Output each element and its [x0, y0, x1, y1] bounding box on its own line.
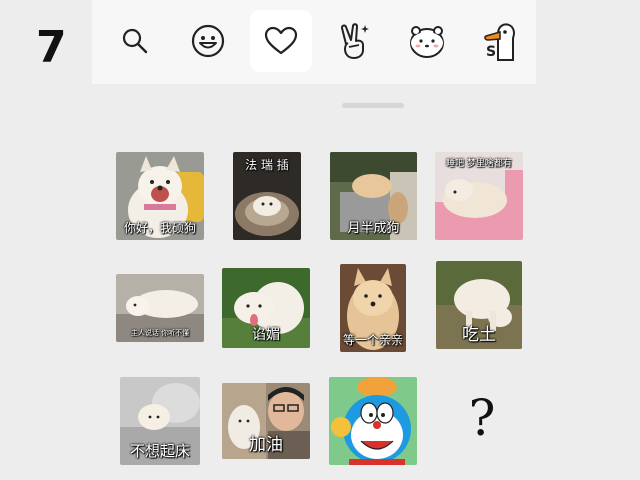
victory-hand-icon: [340, 23, 369, 59]
sticker-caption: 吃土: [462, 325, 496, 345]
sticker-item[interactable]: 法 瑞 插: [233, 152, 301, 240]
sticker-item[interactable]: [329, 377, 417, 465]
sticker-caption: 睡吧 梦里啥都有: [446, 159, 512, 169]
sticker-item[interactable]: 吃土: [436, 261, 522, 349]
sticker-item[interactable]: 不想起床: [120, 377, 200, 465]
search-icon: [122, 28, 148, 54]
tab-gesture[interactable]: [323, 10, 385, 72]
sticker-item[interactable]: 月半成狗: [330, 152, 417, 240]
tab-duck-pack[interactable]: S: [469, 10, 531, 72]
sticker-caption: 法 瑞 插: [245, 158, 289, 172]
tab-emoji[interactable]: [177, 10, 239, 72]
tab-search[interactable]: [104, 10, 166, 72]
sticker-item[interactable]: 等一个亲亲: [340, 264, 406, 352]
white-bear-sticker-icon: [410, 26, 444, 58]
doraemon-sticker-image: [329, 377, 417, 465]
heart-icon: [264, 26, 298, 55]
sticker-caption: 月半成狗: [347, 221, 400, 236]
sticker-item[interactable]: 睡吧 梦里啥都有: [435, 152, 523, 240]
tab-favorites[interactable]: [250, 10, 312, 72]
sticker-caption: 主人说话 你听不懂: [130, 329, 190, 337]
sticker-item[interactable]: 加油: [222, 383, 310, 459]
more-stickers-placeholder: ?: [468, 389, 496, 447]
tab-bear-pack[interactable]: [396, 10, 458, 72]
sticker-item[interactable]: 主人说话 你听不懂: [116, 274, 204, 342]
sticker-category-toolbar: S: [92, 0, 536, 84]
sticker-caption: 等一个亲亲: [342, 333, 403, 347]
duck-sticker-icon: S: [484, 23, 515, 61]
sticker-caption: 不想起床: [129, 442, 190, 460]
sticker-caption: 你好，我硕狗: [123, 221, 196, 235]
smiley-face-icon: [191, 24, 225, 58]
sticker-item[interactable]: 你好，我硕狗: [116, 152, 204, 240]
sticker-caption: 谄媚: [252, 327, 280, 343]
duck-badge: S: [486, 44, 496, 60]
sticker-caption: 加油: [249, 435, 283, 455]
sticker-item[interactable]: 谄媚: [222, 268, 310, 348]
step-number: 7: [36, 22, 67, 73]
panel-drag-handle[interactable]: [342, 103, 404, 108]
